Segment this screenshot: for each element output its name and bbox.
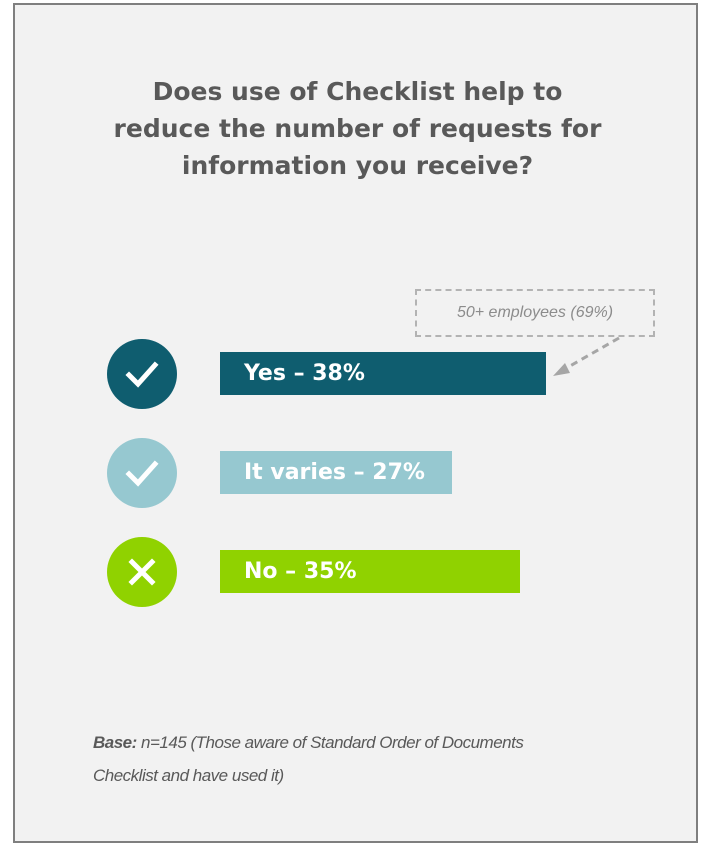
bar-no: No – 35%: [220, 550, 520, 593]
check-icon: [107, 438, 177, 508]
survey-card: Does use of Checklist help to reduce the…: [13, 3, 698, 843]
bar-it-varies: It varies – 27%: [220, 451, 452, 494]
annotation-arrow: [553, 336, 620, 376]
bar-label: No – 35%: [244, 559, 357, 584]
bar-label: It varies – 27%: [244, 460, 425, 485]
x-icon: [107, 537, 177, 607]
footnote-text: n=145 (Those aware of Standard Order of …: [93, 733, 524, 785]
footnote: Base: n=145 (Those aware of Standard Ord…: [93, 726, 573, 792]
footnote-label: Base:: [93, 733, 137, 752]
